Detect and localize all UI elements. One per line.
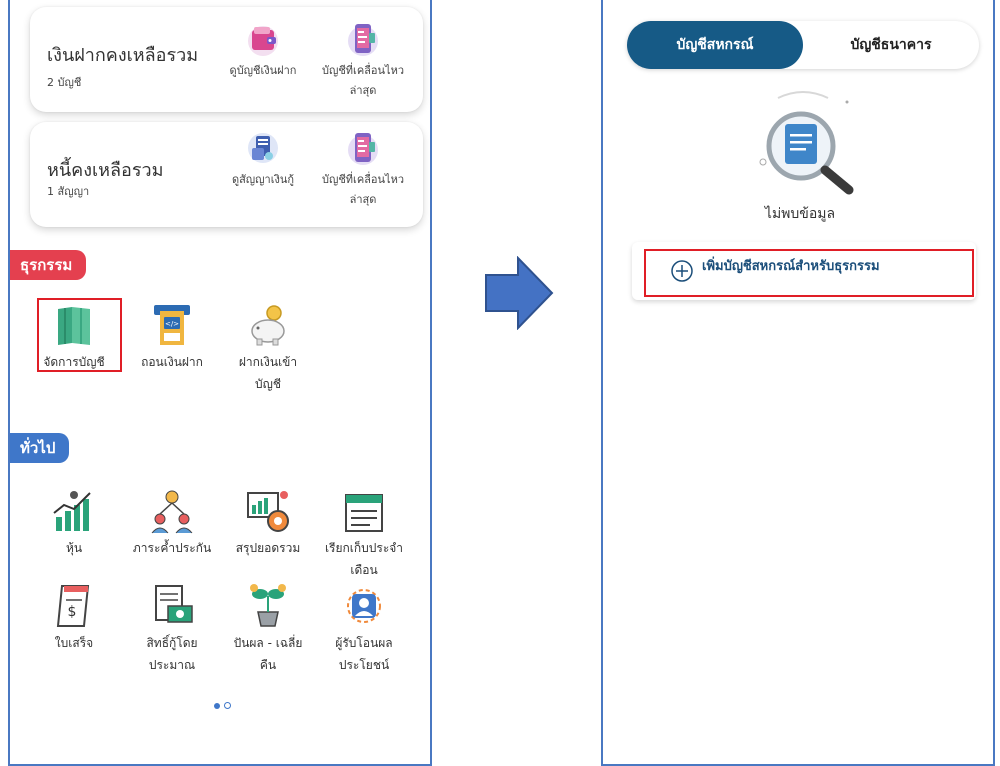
loan-estimate-button[interactable]: สิทธิ์กู้โดย ประมาณ — [126, 582, 218, 676]
loan-summary-card[interactable]: หนี้คงเหลือรวม 1 สัญญา ดูสัญญาเงินกู้ บั… — [30, 122, 423, 227]
monthly-billing-label: เรียกเก็บประจำ — [324, 541, 404, 555]
guarantee-obligation-button[interactable]: ภาระค้ำประกัน — [126, 487, 218, 559]
account-type-segmented-control: บัญชีสหกรณ์ บัญชีธนาคาร — [627, 21, 979, 69]
receipt-button[interactable]: $ ใบเสร็จ — [28, 582, 120, 654]
view-loan-contract-button[interactable]: ดูสัญญาเงินกู้ — [213, 130, 313, 190]
view-deposit-button[interactable]: ดูบัญชีเงินฝาก — [213, 21, 313, 81]
magnifier-document-icon — [759, 91, 854, 195]
loan-estimate-label: สิทธิ์กู้โดย — [146, 636, 198, 650]
tab-cooperative-account[interactable]: บัญชีสหกรณ์ — [627, 21, 803, 69]
monthly-billing-label-line2: เดือน — [350, 563, 378, 577]
loan-estimate-label-line2: ประมาณ — [148, 658, 196, 672]
svg-text:$: $ — [68, 604, 77, 620]
section-general-tag: ทั่วไป — [10, 433, 70, 463]
dividend-refund-label-line2: คืน — [259, 658, 277, 672]
right-phone-screen: บัญชีสหกรณ์ บัญชีธนาคาร ไม่พบข้อมูล เพิ่… — [601, 0, 995, 766]
stock-chart-icon — [53, 491, 91, 531]
view-deposit-label: ดูบัญชีเงินฝาก — [229, 64, 297, 77]
beneficiary-label-line2: ประโยชน์ — [338, 658, 390, 672]
deposit-to-account-button[interactable]: ฝากเงินเข้า บัญชี — [222, 301, 314, 395]
recent-transactions-label: บัญชีที่เคลื่อนไหว — [321, 64, 405, 77]
deposit-total-title: เงินฝากคงเหลือรวม — [47, 45, 199, 66]
loan-contract-count: 1 สัญญา — [47, 185, 90, 198]
page-dot[interactable] — [224, 702, 231, 709]
left-phone-screen: เงินฝากคงเหลือรวม 2 บัญชี ดูบัญชีเงินฝาก — [8, 0, 432, 766]
deposit-to-account-label-line2: บัญชี — [255, 377, 281, 391]
loan-recent-transactions-button[interactable]: บัญชีที่เคลื่อนไหว ล่าสุด — [313, 130, 413, 210]
view-loan-contract-label: ดูสัญญาเงินกู้ — [231, 173, 295, 186]
deposit-recent-transactions-button[interactable]: บัญชีที่เคลื่อนไหว ล่าสุด — [313, 21, 413, 101]
deposit-account-count: 2 บัญชี — [47, 76, 82, 89]
calendar-bill-icon — [345, 494, 383, 532]
guarantee-people-icon — [151, 490, 193, 534]
wallet-icon — [248, 26, 278, 56]
phone-transactions-icon — [348, 24, 378, 56]
svg-text:</>: </> — [165, 320, 179, 328]
dividend-refund-label: ปันผล - เฉลี่ย — [233, 636, 303, 650]
atm-withdraw-icon: </> — [154, 305, 190, 345]
receipt-icon: $ — [56, 585, 90, 627]
shares-button[interactable]: หุ้น — [28, 487, 120, 559]
plus-circle-icon — [671, 260, 693, 282]
manage-account-highlight — [37, 298, 122, 372]
phone-transactions-icon — [348, 133, 378, 165]
add-cooperative-account-label: เพิ่มบัญชีสหกรณ์สำหรับธุรกรรม — [702, 259, 880, 274]
dividend-plant-icon — [250, 584, 286, 627]
section-transactions-tag: ธุรกรรม — [10, 250, 87, 280]
page-indicator — [214, 694, 235, 713]
summary-total-button[interactable]: สรุปยอดรวม — [222, 487, 314, 559]
shares-label: หุ้น — [65, 541, 83, 555]
beneficiary-button[interactable]: ผู้รับโอนผล ประโยชน์ — [318, 582, 410, 676]
beneficiary-icon — [347, 589, 381, 623]
beneficiary-label: ผู้รับโอนผล — [335, 636, 393, 650]
right-arrow-icon — [485, 256, 554, 330]
guarantee-obligation-label: ภาระค้ำประกัน — [132, 541, 212, 555]
loan-recent-transactions-label-line2: ล่าสุด — [349, 193, 377, 206]
deposit-summary-card[interactable]: เงินฝากคงเหลือรวม 2 บัญชี ดูบัญชีเงินฝาก — [30, 7, 423, 112]
add-cooperative-account-button[interactable]: เพิ่มบัญชีสหกรณ์สำหรับธุรกรรม — [632, 242, 976, 300]
loan-recent-transactions-label: บัญชีที่เคลื่อนไหว — [321, 173, 405, 186]
monthly-billing-button[interactable]: เรียกเก็บประจำ เดือน — [318, 487, 410, 581]
tab-bank-account[interactable]: บัญชีธนาคาร — [803, 21, 979, 69]
contract-icon — [248, 133, 278, 163]
deposit-to-account-label: ฝากเงินเข้า — [238, 355, 298, 369]
withdraw-label: ถอนเงินฝาก — [141, 355, 203, 369]
recent-transactions-label-line2: ล่าสุด — [349, 84, 377, 97]
page-dot-active[interactable] — [214, 703, 220, 709]
dividend-refund-button[interactable]: ปันผล - เฉลี่ย คืน — [222, 582, 314, 676]
loan-total-title: หนี้คงเหลือรวม — [47, 160, 164, 181]
receipt-label: ใบเสร็จ — [54, 636, 94, 650]
no-data-message: ไม่พบข้อมูล — [764, 206, 836, 222]
summary-total-label: สรุปยอดรวม — [235, 541, 301, 555]
withdraw-button[interactable]: </> ถอนเงินฝาก — [126, 301, 218, 373]
piggy-bank-icon — [251, 305, 285, 346]
summary-report-icon — [247, 491, 289, 532]
loan-estimate-icon — [155, 585, 193, 623]
